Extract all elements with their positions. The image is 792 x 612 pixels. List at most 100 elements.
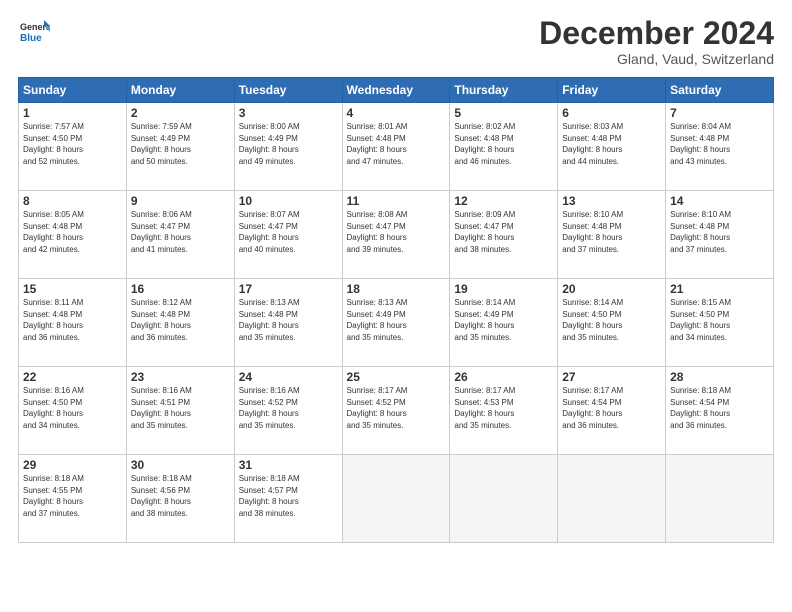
day-number: 20 (562, 282, 661, 296)
day-info: Sunrise: 8:18 AMSunset: 4:57 PMDaylight:… (239, 473, 338, 519)
day-number: 13 (562, 194, 661, 208)
day-number: 2 (131, 106, 230, 120)
day-number: 8 (23, 194, 122, 208)
day-info: Sunrise: 8:00 AMSunset: 4:49 PMDaylight:… (239, 121, 338, 167)
calendar-week-3: 15Sunrise: 8:11 AMSunset: 4:48 PMDayligh… (19, 279, 774, 367)
day-info: Sunrise: 8:05 AMSunset: 4:48 PMDaylight:… (23, 209, 122, 255)
day-info: Sunrise: 8:10 AMSunset: 4:48 PMDaylight:… (670, 209, 769, 255)
day-info: Sunrise: 8:02 AMSunset: 4:48 PMDaylight:… (454, 121, 553, 167)
calendar-body: 1Sunrise: 7:57 AMSunset: 4:50 PMDaylight… (19, 103, 774, 543)
day-number: 27 (562, 370, 661, 384)
day-cell-24: 24Sunrise: 8:16 AMSunset: 4:52 PMDayligh… (234, 367, 342, 455)
day-cell-15: 15Sunrise: 8:11 AMSunset: 4:48 PMDayligh… (19, 279, 127, 367)
day-cell-8: 8Sunrise: 8:05 AMSunset: 4:48 PMDaylight… (19, 191, 127, 279)
calendar-week-1: 1Sunrise: 7:57 AMSunset: 4:50 PMDaylight… (19, 103, 774, 191)
calendar-week-4: 22Sunrise: 8:16 AMSunset: 4:50 PMDayligh… (19, 367, 774, 455)
empty-cell (558, 455, 666, 543)
svg-text:Blue: Blue (20, 33, 42, 44)
day-info: Sunrise: 8:11 AMSunset: 4:48 PMDaylight:… (23, 297, 122, 343)
day-number: 9 (131, 194, 230, 208)
day-cell-19: 19Sunrise: 8:14 AMSunset: 4:49 PMDayligh… (450, 279, 558, 367)
day-number: 18 (347, 282, 446, 296)
day-number: 29 (23, 458, 122, 472)
day-number: 19 (454, 282, 553, 296)
col-saturday: Saturday (666, 78, 774, 103)
day-info: Sunrise: 8:03 AMSunset: 4:48 PMDaylight:… (562, 121, 661, 167)
day-info: Sunrise: 8:07 AMSunset: 4:47 PMDaylight:… (239, 209, 338, 255)
col-thursday: Thursday (450, 78, 558, 103)
day-cell-11: 11Sunrise: 8:08 AMSunset: 4:47 PMDayligh… (342, 191, 450, 279)
day-info: Sunrise: 8:16 AMSunset: 4:52 PMDaylight:… (239, 385, 338, 431)
day-cell-10: 10Sunrise: 8:07 AMSunset: 4:47 PMDayligh… (234, 191, 342, 279)
day-cell-22: 22Sunrise: 8:16 AMSunset: 4:50 PMDayligh… (19, 367, 127, 455)
day-number: 7 (670, 106, 769, 120)
day-info: Sunrise: 8:16 AMSunset: 4:50 PMDaylight:… (23, 385, 122, 431)
day-number: 25 (347, 370, 446, 384)
day-number: 31 (239, 458, 338, 472)
day-info: Sunrise: 8:13 AMSunset: 4:48 PMDaylight:… (239, 297, 338, 343)
day-number: 16 (131, 282, 230, 296)
calendar: Sunday Monday Tuesday Wednesday Thursday… (18, 77, 774, 600)
day-number: 23 (131, 370, 230, 384)
day-number: 24 (239, 370, 338, 384)
col-sunday: Sunday (19, 78, 127, 103)
day-cell-7: 7Sunrise: 8:04 AMSunset: 4:48 PMDaylight… (666, 103, 774, 191)
title-block: December 2024 Gland, Vaud, Switzerland (539, 16, 774, 67)
day-cell-30: 30Sunrise: 8:18 AMSunset: 4:56 PMDayligh… (126, 455, 234, 543)
day-info: Sunrise: 8:14 AMSunset: 4:49 PMDaylight:… (454, 297, 553, 343)
day-info: Sunrise: 8:17 AMSunset: 4:53 PMDaylight:… (454, 385, 553, 431)
day-header-row: Sunday Monday Tuesday Wednesday Thursday… (19, 78, 774, 103)
logo: General Blue (18, 16, 50, 53)
day-cell-2: 2Sunrise: 7:59 AMSunset: 4:49 PMDaylight… (126, 103, 234, 191)
day-cell-25: 25Sunrise: 8:17 AMSunset: 4:52 PMDayligh… (342, 367, 450, 455)
day-cell-21: 21Sunrise: 8:15 AMSunset: 4:50 PMDayligh… (666, 279, 774, 367)
day-info: Sunrise: 8:17 AMSunset: 4:52 PMDaylight:… (347, 385, 446, 431)
day-number: 4 (347, 106, 446, 120)
day-number: 3 (239, 106, 338, 120)
month-title: December 2024 (539, 16, 774, 51)
day-number: 10 (239, 194, 338, 208)
col-friday: Friday (558, 78, 666, 103)
day-info: Sunrise: 8:12 AMSunset: 4:48 PMDaylight:… (131, 297, 230, 343)
col-wednesday: Wednesday (342, 78, 450, 103)
day-number: 6 (562, 106, 661, 120)
day-cell-4: 4Sunrise: 8:01 AMSunset: 4:48 PMDaylight… (342, 103, 450, 191)
calendar-week-5: 29Sunrise: 8:18 AMSunset: 4:55 PMDayligh… (19, 455, 774, 543)
day-cell-31: 31Sunrise: 8:18 AMSunset: 4:57 PMDayligh… (234, 455, 342, 543)
day-cell-9: 9Sunrise: 8:06 AMSunset: 4:47 PMDaylight… (126, 191, 234, 279)
day-cell-3: 3Sunrise: 8:00 AMSunset: 4:49 PMDaylight… (234, 103, 342, 191)
day-info: Sunrise: 8:09 AMSunset: 4:47 PMDaylight:… (454, 209, 553, 255)
day-cell-5: 5Sunrise: 8:02 AMSunset: 4:48 PMDaylight… (450, 103, 558, 191)
day-cell-28: 28Sunrise: 8:18 AMSunset: 4:54 PMDayligh… (666, 367, 774, 455)
page: General Blue December 2024 Gland, Vaud, … (0, 0, 792, 612)
day-cell-17: 17Sunrise: 8:13 AMSunset: 4:48 PMDayligh… (234, 279, 342, 367)
day-info: Sunrise: 8:01 AMSunset: 4:48 PMDaylight:… (347, 121, 446, 167)
day-info: Sunrise: 8:17 AMSunset: 4:54 PMDaylight:… (562, 385, 661, 431)
day-number: 15 (23, 282, 122, 296)
day-info: Sunrise: 8:18 AMSunset: 4:54 PMDaylight:… (670, 385, 769, 431)
col-monday: Monday (126, 78, 234, 103)
calendar-week-2: 8Sunrise: 8:05 AMSunset: 4:48 PMDaylight… (19, 191, 774, 279)
day-info: Sunrise: 8:14 AMSunset: 4:50 PMDaylight:… (562, 297, 661, 343)
day-number: 30 (131, 458, 230, 472)
location-subtitle: Gland, Vaud, Switzerland (539, 51, 774, 67)
col-tuesday: Tuesday (234, 78, 342, 103)
day-info: Sunrise: 8:10 AMSunset: 4:48 PMDaylight:… (562, 209, 661, 255)
day-cell-14: 14Sunrise: 8:10 AMSunset: 4:48 PMDayligh… (666, 191, 774, 279)
day-cell-13: 13Sunrise: 8:10 AMSunset: 4:48 PMDayligh… (558, 191, 666, 279)
day-number: 11 (347, 194, 446, 208)
day-info: Sunrise: 8:15 AMSunset: 4:50 PMDaylight:… (670, 297, 769, 343)
header: General Blue December 2024 Gland, Vaud, … (18, 16, 774, 67)
day-info: Sunrise: 7:59 AMSunset: 4:49 PMDaylight:… (131, 121, 230, 167)
day-info: Sunrise: 8:08 AMSunset: 4:47 PMDaylight:… (347, 209, 446, 255)
day-number: 12 (454, 194, 553, 208)
day-cell-26: 26Sunrise: 8:17 AMSunset: 4:53 PMDayligh… (450, 367, 558, 455)
day-info: Sunrise: 7:57 AMSunset: 4:50 PMDaylight:… (23, 121, 122, 167)
day-number: 5 (454, 106, 553, 120)
day-cell-1: 1Sunrise: 7:57 AMSunset: 4:50 PMDaylight… (19, 103, 127, 191)
day-cell-18: 18Sunrise: 8:13 AMSunset: 4:49 PMDayligh… (342, 279, 450, 367)
day-info: Sunrise: 8:04 AMSunset: 4:48 PMDaylight:… (670, 121, 769, 167)
day-cell-16: 16Sunrise: 8:12 AMSunset: 4:48 PMDayligh… (126, 279, 234, 367)
day-info: Sunrise: 8:16 AMSunset: 4:51 PMDaylight:… (131, 385, 230, 431)
day-number: 26 (454, 370, 553, 384)
